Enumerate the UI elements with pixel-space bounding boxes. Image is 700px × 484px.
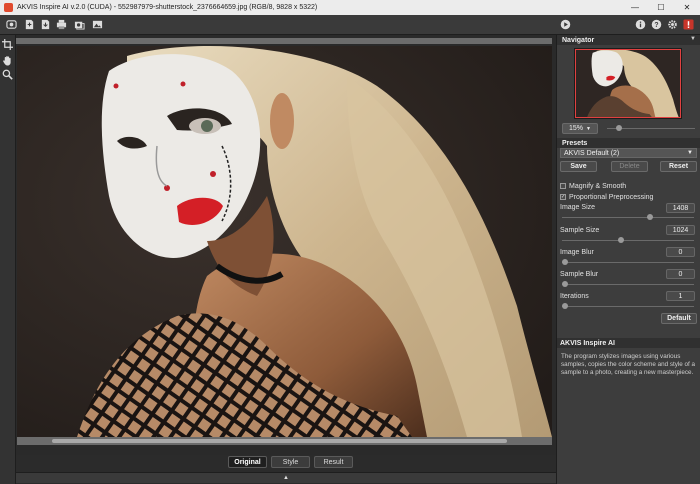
reset-preset-button[interactable]: Reset: [660, 161, 697, 172]
settings-icon[interactable]: [667, 19, 678, 30]
image-blur-value[interactable]: 0: [666, 247, 695, 257]
title-bar: AKVIS Inspire AI v.2.0 (CUDA) - 55298797…: [0, 0, 700, 15]
image-size-value[interactable]: 1408: [666, 203, 695, 213]
image-icon[interactable]: [92, 19, 103, 30]
notifications-icon[interactable]: [683, 19, 694, 30]
image-canvas[interactable]: [17, 46, 552, 437]
magnify-smooth-checkbox[interactable]: Magnify & Smooth: [560, 182, 690, 190]
proportional-preprocessing-checkbox[interactable]: ✓ Proportional Preprocessing: [560, 193, 690, 201]
sample-blur-value[interactable]: 0: [666, 269, 695, 279]
image-blur-slider-knob[interactable]: [562, 259, 568, 265]
sample-size-slider[interactable]: [562, 237, 694, 243]
help-title: AKVIS Inspire AI: [557, 338, 700, 348]
preset-select[interactable]: AKVIS Default (2) ▼: [560, 148, 697, 158]
zoom-dropdown[interactable]: 15% ▼: [562, 123, 598, 134]
canvas-area: [16, 35, 556, 455]
toolbar: ?: [0, 15, 700, 35]
hand-icon[interactable]: [2, 55, 13, 66]
image-size-slider[interactable]: [562, 214, 694, 220]
navigator-title: Navigator: [562, 36, 595, 44]
preset-selected-value: AKVIS Default (2): [564, 149, 620, 157]
tab-result[interactable]: Result: [314, 456, 353, 468]
image-size-label: Image Size: [560, 204, 596, 211]
view-bar: Original Style Result ▲: [16, 455, 556, 484]
delete-preset-button[interactable]: Delete: [611, 161, 648, 172]
navigator-header[interactable]: Navigator ▼: [557, 35, 700, 45]
run-icon[interactable]: [560, 19, 571, 30]
close-button[interactable]: ✕: [674, 0, 700, 15]
chevron-down-icon: ▼: [687, 150, 693, 156]
iterations-label: Iterations: [560, 293, 589, 300]
info-icon[interactable]: [635, 19, 646, 30]
horizontal-scrollbar[interactable]: [17, 437, 552, 445]
sample-blur-slider-knob[interactable]: [562, 281, 568, 287]
app-logo-icon: [4, 3, 13, 12]
maximize-button[interactable]: ☐: [648, 0, 674, 15]
presets-title: Presets: [562, 139, 588, 147]
presets-header: Presets: [557, 138, 700, 148]
proportional-preprocessing-label: Proportional Preprocessing: [569, 193, 654, 201]
checkbox-box[interactable]: [560, 183, 566, 189]
minimize-button[interactable]: —: [622, 0, 648, 15]
zoom-icon[interactable]: [2, 69, 13, 80]
magnify-smooth-label: Magnify & Smooth: [569, 182, 627, 190]
crop-icon[interactable]: [2, 39, 13, 50]
window-title: AKVIS Inspire AI v.2.0 (CUDA) - 55298797…: [17, 4, 318, 11]
print-icon[interactable]: [56, 19, 67, 30]
default-button[interactable]: Default: [661, 313, 697, 324]
chevron-up-icon: ▲: [283, 475, 289, 481]
image-blur-slider[interactable]: [562, 259, 694, 265]
top-scrollbar-track[interactable]: [16, 38, 552, 44]
zoom-value: 15%: [569, 125, 584, 132]
batch-icon[interactable]: [74, 19, 85, 30]
image-blur-label: Image Blur: [560, 249, 594, 256]
sample-blur-label: Sample Blur: [560, 271, 599, 278]
settings-panel: Navigator ▼ 15% ▼ Presets AKVIS Default …: [556, 35, 700, 484]
iterations-value[interactable]: 1: [666, 291, 695, 301]
tools-panel: [0, 35, 16, 484]
sample-size-value[interactable]: 1024: [666, 225, 695, 235]
chevron-down-icon: ▼: [586, 125, 591, 132]
tab-style[interactable]: Style: [271, 456, 310, 468]
help-panel: AKVIS Inspire AI The program stylizes im…: [557, 338, 700, 484]
home-icon[interactable]: [6, 19, 17, 30]
sample-size-label: Sample Size: [560, 227, 600, 234]
tab-original[interactable]: Original: [228, 456, 267, 468]
collapse-panel-button[interactable]: ▲: [16, 472, 556, 483]
help-text: The program stylizes images using variou…: [561, 353, 696, 376]
image-size-slider-knob[interactable]: [647, 214, 653, 220]
svg-text:?: ?: [654, 22, 658, 29]
navigator-preview[interactable]: [574, 48, 682, 119]
sample-size-slider-knob[interactable]: [618, 237, 624, 243]
zoom-slider[interactable]: [607, 125, 695, 131]
open-file-icon[interactable]: [24, 19, 35, 30]
horizontal-scroll-thumb[interactable]: [52, 439, 507, 443]
save-file-icon[interactable]: [40, 19, 51, 30]
sample-blur-slider[interactable]: [562, 281, 694, 287]
checkmark-icon[interactable]: ✓: [560, 194, 566, 200]
zoom-slider-knob[interactable]: [616, 125, 622, 131]
chevron-down-icon[interactable]: ▼: [690, 36, 696, 42]
iterations-slider-knob[interactable]: [562, 303, 568, 309]
navigator-view-rect[interactable]: [575, 49, 681, 118]
save-preset-button[interactable]: Save: [560, 161, 597, 172]
iterations-slider[interactable]: [562, 303, 694, 309]
help-icon[interactable]: ?: [651, 19, 662, 30]
